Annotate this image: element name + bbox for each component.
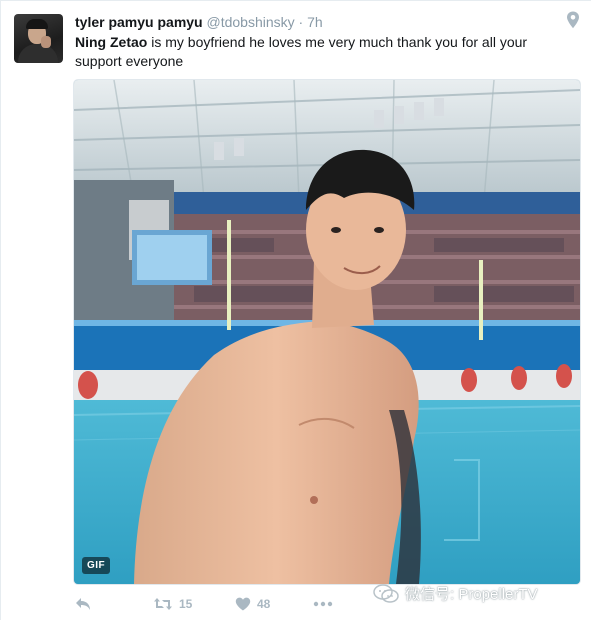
retweet-button[interactable]: 15 xyxy=(153,594,192,614)
tweet-text: Ning Zetao is my boyfriend he loves me v… xyxy=(75,33,555,71)
tweet-header: tyler pamyu pamyu @tdobshinsky · 7h xyxy=(75,13,323,31)
more-button[interactable] xyxy=(313,594,333,614)
like-button[interactable]: 48 xyxy=(235,594,270,614)
avatar-hand xyxy=(41,36,51,48)
tweet-card[interactable]: tyler pamyu pamyu @tdobshinsky · 7h Ning… xyxy=(0,0,591,620)
avatar-hair xyxy=(26,19,48,29)
watermark: 微信号: PropellerTV xyxy=(373,583,538,604)
avatar[interactable] xyxy=(14,14,63,63)
header-separator: · xyxy=(298,14,304,30)
like-count: 48 xyxy=(257,597,271,611)
location-pin-icon[interactable] xyxy=(566,11,580,29)
heart-icon xyxy=(235,597,251,611)
wechat-icon xyxy=(373,583,399,603)
retweet-icon xyxy=(154,598,172,610)
reply-button[interactable] xyxy=(75,594,91,614)
media-image xyxy=(74,80,580,584)
reply-arrow-icon xyxy=(76,598,90,610)
tweet-media[interactable]: GIF xyxy=(73,79,581,585)
watermark-text: 微信号: PropellerTV xyxy=(405,586,538,603)
mention-link[interactable]: Ning Zetao xyxy=(75,34,147,50)
user-handle[interactable]: @tdobshinsky xyxy=(207,14,295,30)
gif-badge: GIF xyxy=(82,557,111,574)
display-name[interactable]: tyler pamyu pamyu xyxy=(75,14,203,30)
tweet-timestamp[interactable]: 7h xyxy=(307,14,323,30)
tweet-actions: 15 48 xyxy=(75,594,375,614)
retweet-count: 15 xyxy=(179,597,193,611)
ellipsis-icon xyxy=(313,601,333,607)
avatar-shoulders xyxy=(18,44,58,63)
